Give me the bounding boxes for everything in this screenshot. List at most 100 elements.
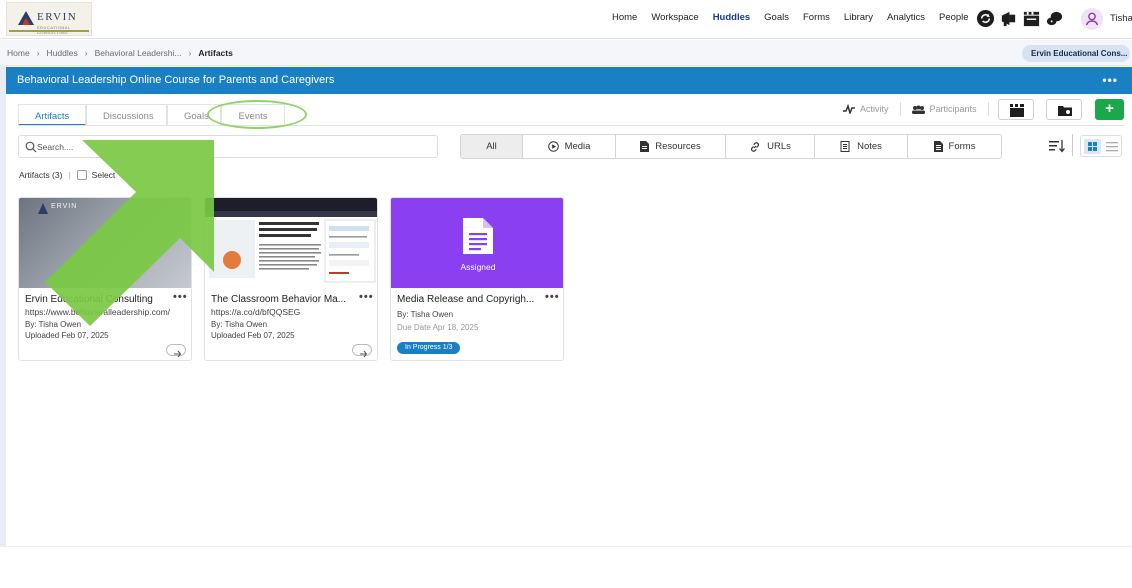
tools-divider — [899, 102, 901, 116]
play-icon — [547, 141, 559, 152]
add-artifact-button[interactable]: + — [1095, 99, 1124, 120]
document-icon — [640, 141, 650, 152]
artifact-title[interactable]: Ervin Educational Consulting — [25, 294, 165, 305]
activity-label: Activity — [860, 104, 889, 114]
user-name[interactable]: Tisha — [1110, 13, 1132, 24]
brand-logo[interactable]: ERVIN EDUCATIONAL CONSULTING — [6, 2, 92, 36]
assigned-label: Assigned — [460, 262, 496, 272]
artifact-thumbnail — [205, 198, 377, 288]
tab-discussions[interactable]: Discussions — [86, 104, 167, 126]
select-all-label[interactable]: Select — [92, 170, 116, 180]
schedule-button[interactable] — [998, 99, 1034, 120]
thumb-logo-text: ERVIN — [51, 203, 78, 210]
artifact-thumbnail: Assigned — [391, 198, 563, 288]
sort-icon[interactable] — [1048, 138, 1066, 154]
filter-media[interactable]: Media — [523, 135, 616, 158]
nav-item-huddles[interactable]: Huddles — [713, 12, 750, 23]
breadcrumb-home[interactable]: Home — [7, 48, 30, 58]
artifact-title[interactable]: The Classroom Behavior Ma... — [211, 294, 351, 305]
nav-icon-group — [976, 9, 1068, 28]
nav-item-home[interactable]: Home — [612, 12, 637, 23]
artifact-title[interactable]: Media Release and Copyrigh... — [397, 294, 537, 305]
top-navbar: ERVIN EDUCATIONAL CONSULTING Home Worksp… — [0, 0, 1132, 39]
artifact-card[interactable]: Assigned Media Release and Copyrigh... •… — [390, 197, 564, 361]
artifact-url[interactable]: https://www.behavioralleadership.com/ — [25, 307, 170, 317]
grid-icon — [1088, 142, 1097, 151]
view-toggle — [1080, 135, 1122, 157]
filter-all[interactable]: All — [461, 135, 523, 158]
card-menu-icon[interactable]: ••• — [359, 291, 374, 303]
refresh-icon[interactable] — [976, 9, 995, 28]
breadcrumb-huddle[interactable]: Behavioral Leadershi... — [95, 48, 182, 58]
link-icon — [751, 141, 760, 152]
megaphone-icon[interactable] — [999, 9, 1018, 28]
search-box — [18, 135, 438, 158]
activity-icon — [843, 104, 855, 114]
filter-all-label: All — [486, 141, 497, 152]
artifact-owner: By: Tisha Owen — [211, 320, 268, 329]
events-highlight-annotation — [207, 100, 307, 129]
chevron-right-icon: › — [188, 48, 192, 58]
filter-urls-label: URLs — [767, 141, 791, 152]
form-icon — [933, 141, 943, 152]
artifact-url[interactable]: https://a.co/d/bfQQSEG — [211, 307, 300, 317]
nav-item-library[interactable]: Library — [844, 12, 873, 23]
nav-item-goals[interactable]: Goals — [764, 12, 789, 23]
notes-icon — [840, 141, 850, 152]
search-icon — [25, 141, 37, 153]
filter-resources[interactable]: Resources — [616, 135, 726, 158]
artifact-owner: By: Tisha Owen — [25, 320, 82, 329]
chat-bubbles-icon[interactable] — [1045, 9, 1064, 28]
search-input[interactable] — [37, 140, 417, 154]
nav-item-forms[interactable]: Forms — [803, 12, 830, 23]
artifact-thumbnail: ERVIN — [19, 198, 191, 288]
left-accent-strip — [0, 66, 6, 546]
logo-mark-icon — [18, 11, 34, 25]
select-all-checkbox[interactable] — [76, 170, 87, 180]
list-view-icon[interactable] — [1106, 142, 1118, 152]
more-options-icon[interactable]: ••• — [1102, 73, 1118, 87]
share-icon[interactable] — [352, 344, 372, 358]
artifact-upload-date: Uploaded Feb 07, 2025 — [211, 331, 295, 340]
app-root: ERVIN EDUCATIONAL CONSULTING Home Worksp… — [0, 0, 1132, 588]
count-divider: | — [68, 170, 71, 180]
artifact-due-date: Due Date Apr 18, 2025 — [397, 323, 479, 332]
grid-view-button[interactable] — [1084, 139, 1101, 154]
activity-button[interactable]: Activity — [843, 104, 889, 114]
nav-item-workspace[interactable]: Workspace — [651, 12, 698, 23]
artifact-count: Artifacts (3) — [19, 170, 63, 180]
breadcrumb-current: Artifacts — [198, 48, 233, 58]
filter-resources-label: Resources — [655, 141, 701, 152]
nav-item-analytics[interactable]: Analytics — [887, 12, 925, 23]
artifact-upload-date: Uploaded Feb 07, 2025 — [25, 331, 109, 340]
content-bottom-border — [0, 546, 1132, 547]
artifact-type-filters: All Media Resources URLs Notes Forms — [460, 134, 1002, 159]
huddle-header: Behavioral Leadership Online Course for … — [6, 67, 1132, 94]
filter-notes[interactable]: Notes — [815, 135, 908, 158]
breadcrumb: Home › Huddles › Behavioral Leadershi...… — [7, 48, 233, 58]
participants-label: Participants — [929, 104, 977, 114]
chevron-right-icon: › — [84, 48, 88, 58]
user-avatar-icon[interactable] — [1081, 8, 1103, 30]
card-menu-icon[interactable]: ••• — [173, 291, 188, 303]
webpage-preview-image — [209, 219, 376, 283]
new-folder-button[interactable] — [1046, 99, 1082, 120]
nav-item-people[interactable]: People — [939, 12, 969, 23]
share-icon[interactable] — [166, 344, 186, 358]
logo-wordmark: ERVIN — [37, 11, 78, 23]
tab-artifacts[interactable]: Artifacts — [18, 104, 86, 126]
huddle-title: Behavioral Leadership Online Course for … — [17, 74, 335, 86]
clapperboard-icon[interactable] — [1022, 9, 1041, 28]
huddle-tools: Activity Participants — [843, 102, 1000, 116]
chevron-right-icon: › — [36, 48, 40, 58]
participants-button[interactable]: Participants — [911, 104, 977, 114]
card-menu-icon[interactable]: ••• — [545, 291, 560, 303]
organization-switcher[interactable]: Ervin Educational Cons... — [1022, 45, 1130, 62]
tools-divider — [987, 102, 989, 116]
filter-forms[interactable]: Forms — [908, 135, 1001, 158]
breadcrumb-huddles[interactable]: Huddles — [47, 48, 78, 58]
artifact-card[interactable]: ERVIN Ervin Educational Consulting ••• h… — [18, 197, 192, 361]
filter-urls[interactable]: URLs — [726, 135, 815, 158]
artifact-card[interactable]: The Classroom Behavior Ma... ••• https:/… — [204, 197, 378, 361]
folder-settings-icon — [1058, 106, 1072, 116]
